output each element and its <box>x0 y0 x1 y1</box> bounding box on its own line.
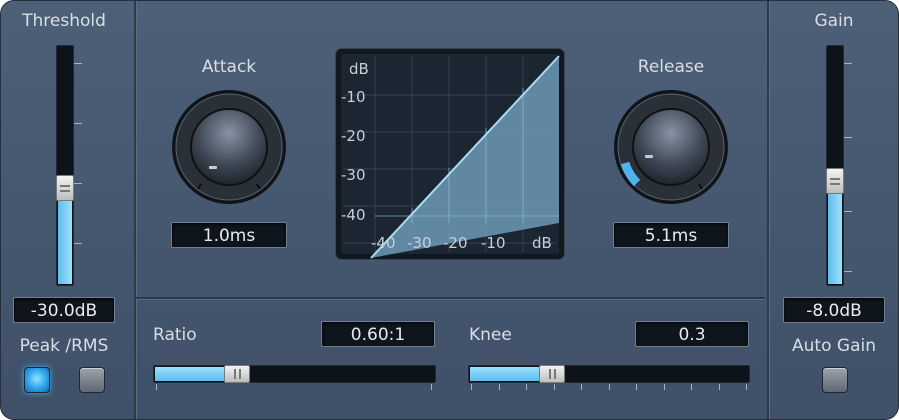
scale-tick <box>608 384 610 390</box>
ratio-readout[interactable]: 0.60:1 <box>321 321 435 347</box>
release-knob[interactable] <box>613 89 729 205</box>
scale-tick <box>553 384 555 390</box>
scale-tick <box>844 63 852 64</box>
scale-tick <box>746 384 747 390</box>
graph-x-tick: -40 <box>371 234 396 252</box>
scale-tick <box>471 384 472 390</box>
release-label: Release <box>637 57 705 77</box>
graph-x-tick: -30 <box>407 234 432 252</box>
divider <box>134 1 136 419</box>
scale-tick <box>156 384 157 390</box>
graph-x-tick: -10 <box>481 234 506 252</box>
gain-level-fill <box>828 194 842 284</box>
graph-x-tick: -20 <box>443 234 468 252</box>
threshold-level-fill <box>58 201 72 284</box>
gain-label: Gain <box>814 11 854 31</box>
scale-tick <box>74 123 82 124</box>
divider <box>767 1 769 419</box>
gain-slider-thumb[interactable] <box>826 168 844 194</box>
scale-tick <box>844 137 852 138</box>
auto-gain-label: Auto Gain <box>792 336 876 356</box>
threshold-slider[interactable] <box>56 45 74 286</box>
auto-gain-button[interactable] <box>822 367 848 393</box>
scale-tick <box>844 211 852 212</box>
scale-tick <box>431 384 432 390</box>
scale-tick <box>74 183 82 184</box>
threshold-label: Threshold <box>22 11 106 31</box>
rms-mode-button[interactable] <box>79 367 105 393</box>
graph-y-tick: -20 <box>341 127 366 145</box>
peak-rms-label: Peak /RMS <box>19 336 109 356</box>
divider <box>136 297 765 299</box>
knee-readout[interactable]: 0.3 <box>635 321 749 347</box>
knee-slider[interactable] <box>468 365 750 383</box>
knee-label: Knee <box>469 325 512 345</box>
gain-slider[interactable] <box>826 45 844 286</box>
attack-label: Attack <box>201 57 257 77</box>
scale-tick <box>74 243 82 244</box>
graph-y-tick: -30 <box>341 166 366 184</box>
scale-tick <box>498 384 500 390</box>
graph-y-tick: -10 <box>341 88 366 106</box>
threshold-slider-thumb[interactable] <box>56 175 74 201</box>
ratio-slider[interactable] <box>153 365 436 383</box>
scale-tick <box>74 63 82 64</box>
knee-level-fill <box>470 367 542 381</box>
scale-tick <box>691 384 692 390</box>
scale-tick <box>844 271 852 272</box>
scale-tick <box>636 384 637 390</box>
scale-tick <box>526 384 527 390</box>
ratio-level-fill <box>155 367 227 381</box>
compressor-plugin-panel: Threshold -30.0dB Peak /RMS Attack 1.0ms <box>0 0 899 420</box>
transfer-curve-display: dB -10 -20 -30 -40 -40 -30 -20 -10 dB <box>335 48 565 260</box>
attack-readout[interactable]: 1.0ms <box>171 222 287 248</box>
graph-y-tick: -40 <box>341 206 366 224</box>
scale-tick <box>663 384 665 390</box>
ratio-label: Ratio <box>153 325 197 345</box>
knee-slider-thumb[interactable] <box>539 365 565 383</box>
attack-knob[interactable] <box>171 89 287 205</box>
scale-tick <box>718 384 720 390</box>
peak-mode-button[interactable] <box>24 367 50 393</box>
graph-unit-label: dB <box>349 60 369 78</box>
graph-x-unit-label: dB <box>532 234 552 252</box>
gain-readout[interactable]: -8.0dB <box>783 297 885 323</box>
threshold-readout[interactable]: -30.0dB <box>13 297 115 323</box>
ratio-slider-thumb[interactable] <box>224 365 250 383</box>
scale-tick <box>581 384 582 390</box>
release-readout[interactable]: 5.1ms <box>613 222 729 248</box>
